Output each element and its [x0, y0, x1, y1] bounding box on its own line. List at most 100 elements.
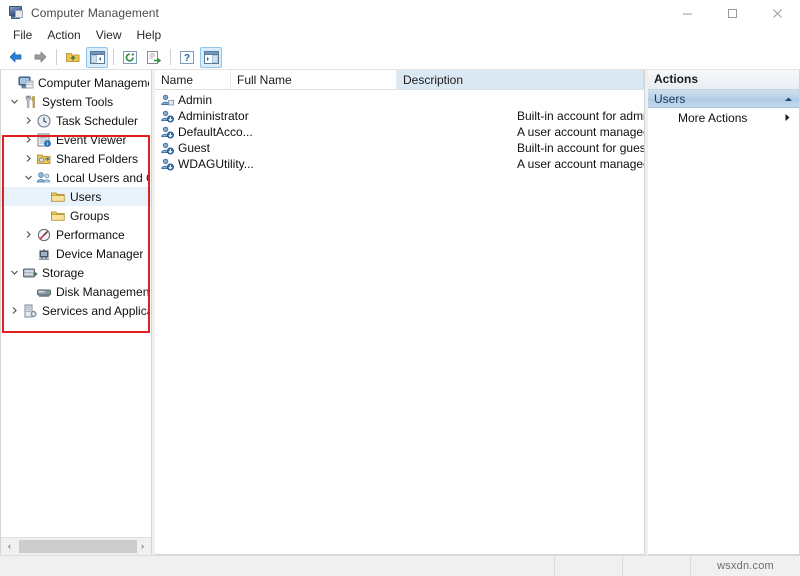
refresh-icon: [123, 50, 137, 64]
cell-name: Administrator: [155, 109, 351, 123]
shared-folders-icon: [36, 151, 52, 167]
computer-management-icon: [18, 75, 34, 91]
tree-item-device-manager[interactable]: Device Manager: [1, 244, 151, 263]
cell-description: A user account managed by the s...: [517, 125, 644, 139]
tree-item-label: Local Users and Groups: [56, 170, 149, 185]
tree-item-storage[interactable]: Storage: [1, 263, 151, 282]
folder-up-icon: [66, 53, 80, 62]
forward-arrow-icon: [34, 51, 47, 63]
tree-item-label: Storage: [42, 265, 85, 280]
minimize-button[interactable]: [665, 0, 710, 26]
column-header-name[interactable]: Name: [155, 70, 231, 89]
tree-item-disk-management[interactable]: Disk Management: [1, 282, 151, 301]
forward-button[interactable]: [29, 47, 51, 68]
show-hide-action-pane-button[interactable]: [200, 46, 222, 68]
table-row[interactable]: Administrator Built-in account for admin…: [155, 108, 644, 124]
console-tree-icon: [89, 50, 105, 64]
toolbar-separator: [170, 49, 171, 65]
help-button[interactable]: ?: [176, 47, 198, 68]
folder-icon: [50, 189, 66, 205]
user-disabled-icon: [160, 141, 174, 155]
device-manager-icon: [36, 246, 52, 262]
action-more-actions[interactable]: More Actions: [648, 108, 799, 128]
tree-item-label: Computer Management (Loca: [38, 75, 149, 90]
scrollbar-thumb[interactable]: [19, 539, 137, 553]
tree-horizontal-scrollbar[interactable]: ‹ ›: [1, 537, 151, 555]
tree-item-computer-management[interactable]: Computer Management (Loca: [1, 73, 151, 92]
cell-description: A user account managed and use...: [517, 157, 644, 171]
maximize-button[interactable]: [710, 0, 755, 26]
table-row[interactable]: WDAGUtility... A user account managed an…: [155, 156, 644, 172]
menu-action[interactable]: Action: [40, 27, 88, 45]
chevron-right-icon[interactable]: [784, 111, 791, 125]
toolbar: ?: [0, 45, 800, 70]
chevron-right-icon[interactable]: [21, 149, 36, 168]
cell-description: Built-in account for guest access t...: [517, 141, 644, 155]
menu-file[interactable]: File: [6, 27, 40, 45]
storage-icon: [22, 265, 38, 281]
back-button[interactable]: [5, 47, 27, 68]
local-users-groups-icon: [36, 170, 52, 186]
cell-name: DefaultAcco...: [155, 125, 351, 139]
export-list-button[interactable]: [143, 47, 165, 68]
svg-text:?: ?: [184, 53, 190, 64]
user-name: WDAGUtility...: [178, 157, 254, 171]
chevron-right-icon[interactable]: [21, 130, 36, 149]
chevron-down-icon[interactable]: [21, 168, 36, 187]
chevron-right-icon[interactable]: [7, 301, 22, 320]
disk-management-icon: [36, 284, 52, 300]
status-bar: wsxdn.com: [0, 555, 800, 576]
scroll-left-arrow-icon[interactable]: ‹: [1, 537, 18, 555]
column-header-description[interactable]: Description: [397, 70, 644, 89]
tree-item-label: Groups: [70, 208, 110, 223]
list-column-header: Name Full Name Description: [155, 70, 644, 90]
column-header-full-name[interactable]: Full Name: [231, 70, 397, 89]
tree-item-system-tools[interactable]: System Tools: [1, 92, 151, 111]
tree-item-shared-folders[interactable]: Shared Folders: [1, 149, 151, 168]
actions-pane-title: Actions: [648, 70, 799, 90]
chevron-right-icon[interactable]: [21, 111, 36, 130]
services-applications-icon: [22, 303, 38, 319]
user-name: Admin: [178, 93, 213, 107]
menu-view[interactable]: View: [89, 27, 130, 45]
refresh-button[interactable]: [119, 47, 141, 68]
console-tree[interactable]: Computer Management (Loca System Tools: [1, 70, 151, 537]
table-row[interactable]: DefaultAcco... A user account managed by…: [155, 124, 644, 140]
users-list-pane: Name Full Name Description Admin Adminis…: [155, 70, 645, 555]
user-name: Guest: [178, 141, 211, 155]
tree-item-users[interactable]: Users: [1, 187, 151, 206]
users-list[interactable]: Admin Administrator Built-in account for…: [155, 90, 644, 554]
scrollbar-track[interactable]: [18, 537, 137, 555]
tree-item-label: Event Viewer: [56, 132, 127, 147]
tree-item-label: Performance: [56, 227, 125, 242]
watermark: wsxdn.com: [690, 556, 800, 576]
close-button[interactable]: [755, 0, 800, 26]
system-tools-icon: [22, 94, 38, 110]
chevron-down-icon[interactable]: [7, 92, 22, 111]
menu-help[interactable]: Help: [130, 27, 170, 45]
tree-item-local-users-and-groups[interactable]: Local Users and Groups: [1, 168, 151, 187]
actions-section-users[interactable]: Users: [648, 90, 799, 108]
tree-item-task-scheduler[interactable]: Task Scheduler: [1, 111, 151, 130]
table-row[interactable]: Guest Built-in account for guest access …: [155, 140, 644, 156]
question-mark-icon: ?: [180, 50, 194, 64]
table-row[interactable]: Admin: [155, 92, 644, 108]
up-one-level-button[interactable]: [62, 47, 84, 68]
tree-item-label: System Tools: [42, 94, 114, 109]
console-tree-pane: Computer Management (Loca System Tools: [0, 70, 152, 555]
tree-item-services-and-applications[interactable]: Services and Applications: [1, 301, 151, 320]
chevron-right-icon[interactable]: [21, 225, 36, 244]
performance-icon: [36, 227, 52, 243]
show-hide-console-tree-button[interactable]: [86, 46, 108, 68]
tree-item-performance[interactable]: Performance: [1, 225, 151, 244]
window-controls: [665, 0, 800, 26]
tree-item-groups[interactable]: Groups: [1, 206, 151, 225]
toolbar-separator: [113, 49, 114, 65]
tree-item-event-viewer[interactable]: i Event Viewer: [1, 130, 151, 149]
chevron-down-icon[interactable]: [7, 263, 22, 282]
twisty-placeholder: [21, 282, 36, 301]
clock-icon: [36, 113, 52, 129]
action-pane-icon: [203, 50, 219, 64]
chevron-up-icon[interactable]: [784, 92, 793, 106]
twisty-placeholder: [35, 206, 50, 225]
